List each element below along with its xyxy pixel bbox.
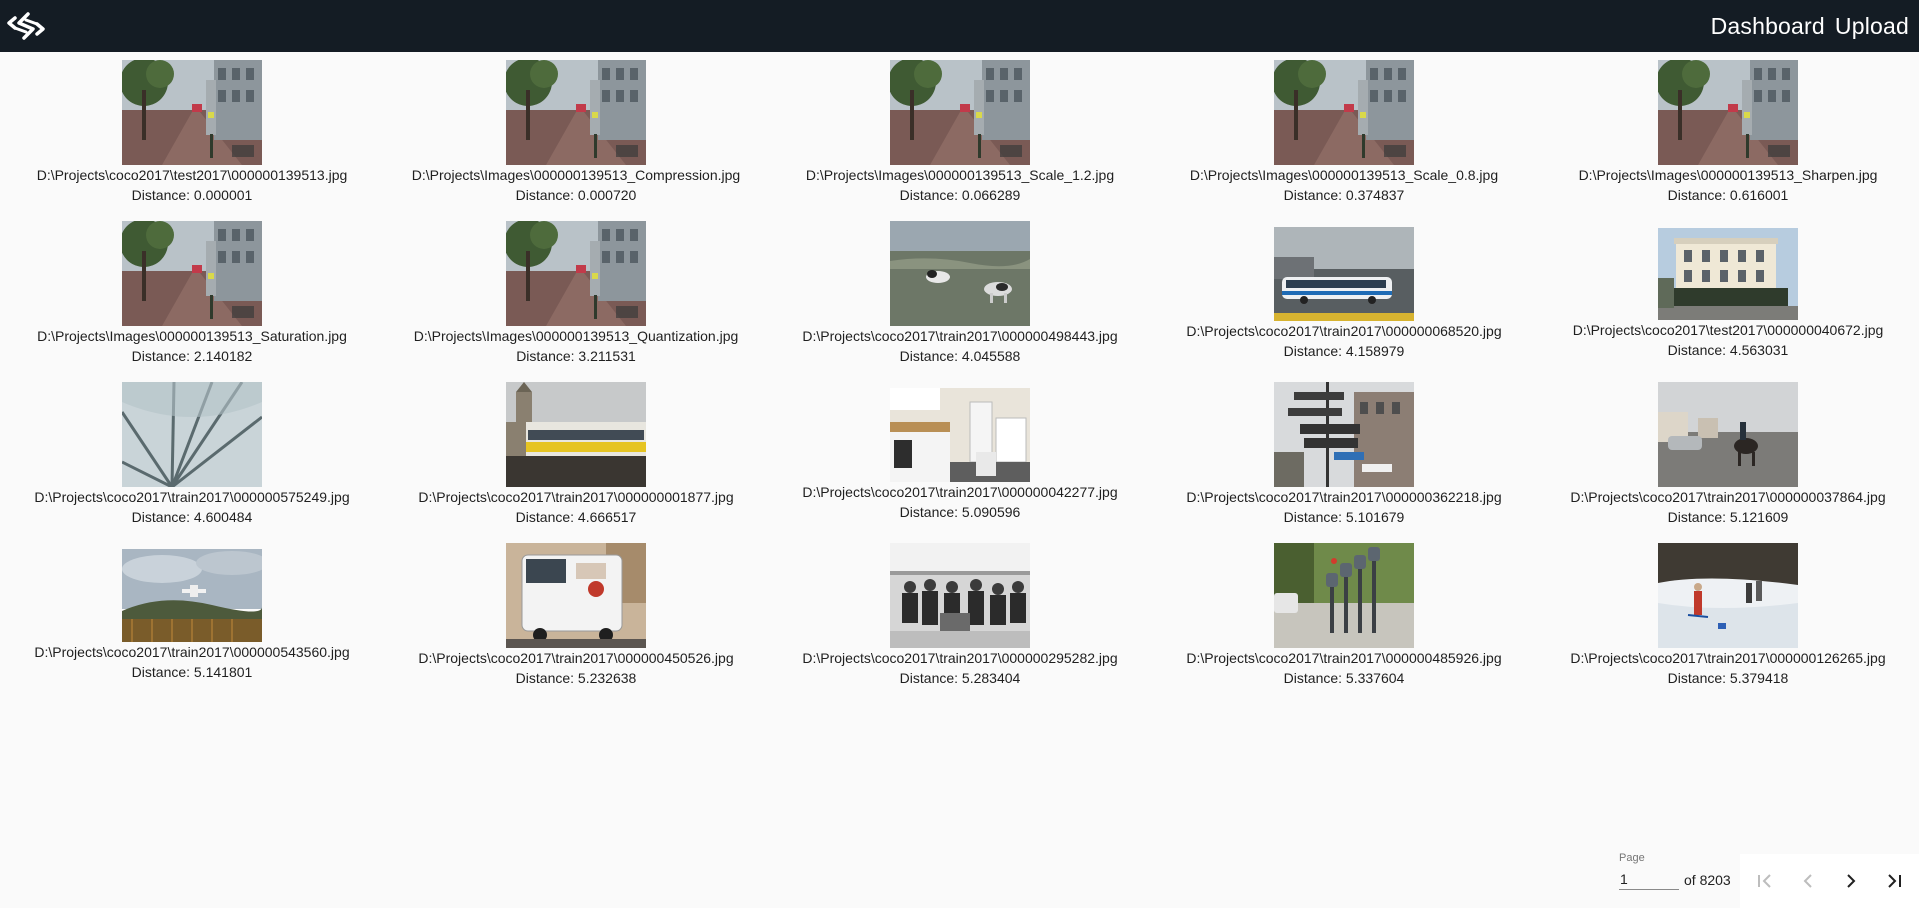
- next-page-button[interactable]: [1833, 863, 1869, 899]
- last-page-icon: [1887, 874, 1901, 888]
- result-path: D:\Projects\coco2017\train2017\000000126…: [1570, 650, 1886, 666]
- result-thumbnail[interactable]: [890, 387, 1030, 482]
- result-path: D:\Projects\coco2017\train2017\000000485…: [1186, 650, 1502, 666]
- top-app-bar: Dashboard Upload: [0, 0, 1919, 52]
- result-card: D:\Projects\Images\000000139513_Scale_0.…: [1152, 52, 1536, 213]
- first-page-icon: [1758, 874, 1772, 888]
- result-thumbnail[interactable]: [890, 60, 1030, 165]
- result-card: D:\Projects\coco2017\test2017\0000000406…: [1536, 213, 1919, 374]
- result-thumbnail[interactable]: [122, 549, 262, 642]
- result-path: D:\Projects\Images\000000139513_Compress…: [411, 167, 741, 183]
- result-distance: Distance: 3.211531: [516, 348, 636, 364]
- result-card: D:\Projects\Images\000000139513_Saturati…: [0, 213, 384, 374]
- result-distance: Distance: 0.616001: [1667, 187, 1789, 203]
- result-card: D:\Projects\coco2017\train2017\000000498…: [768, 213, 1152, 374]
- result-distance: Distance: 5.141801: [131, 664, 253, 680]
- result-distance: Distance: 5.121609: [1667, 509, 1789, 525]
- result-card: D:\Projects\coco2017\train2017\000000068…: [1152, 213, 1536, 374]
- result-path: D:\Projects\coco2017\train2017\000000042…: [802, 483, 1118, 500]
- result-distance: Distance: 4.045588: [899, 348, 1021, 364]
- result-thumbnail[interactable]: [122, 382, 262, 487]
- result-distance: Distance: 4.666517: [515, 509, 637, 525]
- result-distance: Distance: 0.066289: [899, 187, 1021, 203]
- result-distance: Distance: 4.158979: [1283, 342, 1405, 359]
- result-thumbnail[interactable]: [1274, 60, 1414, 165]
- next-page-icon: [1847, 874, 1856, 888]
- result-card: D:\Projects\coco2017\train2017\000000001…: [384, 374, 768, 535]
- result-distance: Distance: 5.101679: [1283, 509, 1405, 525]
- result-distance: Distance: 5.232638: [515, 670, 637, 686]
- result-path: D:\Projects\coco2017\train2017\000000295…: [802, 650, 1118, 666]
- result-path: D:\Projects\Images\000000139513_Quantiza…: [413, 328, 739, 344]
- result-path: D:\Projects\Images\000000139513_Sharpen.…: [1578, 167, 1878, 183]
- result-card: D:\Projects\coco2017\train2017\000000295…: [768, 535, 1152, 696]
- page-number-field: Page: [1619, 852, 1679, 892]
- result-path: D:\Projects\coco2017\train2017\000000498…: [802, 328, 1118, 344]
- result-card: D:\Projects\coco2017\test2017\0000001395…: [0, 52, 384, 213]
- result-thumbnail[interactable]: [890, 221, 1030, 326]
- result-thumbnail[interactable]: [506, 382, 646, 487]
- result-distance: Distance: 4.563031: [1667, 341, 1789, 358]
- paginator: Page of 8203: [1619, 852, 1919, 908]
- result-thumbnail[interactable]: [1274, 543, 1414, 648]
- result-path: D:\Projects\Images\000000139513_Scale_1.…: [805, 167, 1115, 183]
- result-card: D:\Projects\coco2017\train2017\000000037…: [1536, 374, 1919, 535]
- result-path: D:\Projects\coco2017\train2017\000000001…: [418, 489, 734, 505]
- last-page-button[interactable]: [1876, 863, 1912, 899]
- result-distance: Distance: 2.140182: [131, 348, 253, 364]
- result-distance: Distance: 0.000720: [515, 187, 637, 203]
- result-path: D:\Projects\coco2017\train2017\000000037…: [1570, 489, 1886, 505]
- result-card: D:\Projects\coco2017\train2017\000000362…: [1152, 374, 1536, 535]
- result-thumbnail[interactable]: [1658, 227, 1798, 320]
- result-thumbnail[interactable]: [122, 221, 262, 326]
- result-path: D:\Projects\coco2017\train2017\000000068…: [1186, 322, 1502, 339]
- result-thumbnail[interactable]: [1274, 226, 1414, 321]
- result-thumbnail[interactable]: [506, 543, 646, 648]
- result-distance: Distance: 4.600484: [131, 509, 253, 525]
- nav-upload-link[interactable]: Upload: [1835, 13, 1909, 40]
- result-distance: Distance: 0.000001: [131, 187, 253, 203]
- result-thumbnail[interactable]: [506, 60, 646, 165]
- nav-dashboard-link[interactable]: Dashboard: [1711, 13, 1825, 40]
- result-thumbnail[interactable]: [506, 221, 646, 326]
- result-thumbnail[interactable]: [890, 543, 1030, 648]
- first-page-button[interactable]: [1747, 863, 1783, 899]
- previous-page-icon: [1803, 874, 1812, 888]
- result-path: D:\Projects\coco2017\train2017\000000575…: [34, 489, 350, 505]
- result-path: D:\Projects\coco2017\train2017\000000450…: [418, 650, 734, 666]
- page-label: Page: [1619, 852, 1645, 864]
- result-card: D:\Projects\Images\000000139513_Compress…: [384, 52, 768, 213]
- result-distance: Distance: 5.337604: [1283, 670, 1405, 686]
- page-total: of 8203: [1684, 872, 1731, 888]
- result-distance: Distance: 0.374837: [1283, 187, 1405, 203]
- result-card: D:\Projects\coco2017\train2017\000000485…: [1152, 535, 1536, 696]
- result-path: D:\Projects\coco2017\test2017\0000001395…: [36, 167, 348, 183]
- result-path: D:\Projects\coco2017\train2017\000000543…: [34, 644, 350, 660]
- result-distance: Distance: 5.090596: [899, 503, 1021, 520]
- result-path: D:\Projects\Images\000000139513_Scale_0.…: [1189, 167, 1499, 183]
- top-nav: Dashboard Upload: [1711, 13, 1909, 40]
- result-card: D:\Projects\Images\000000139513_Sharpen.…: [1536, 52, 1919, 213]
- page-number-input[interactable]: [1619, 868, 1679, 890]
- result-thumbnail[interactable]: [1658, 382, 1798, 487]
- result-card: D:\Projects\coco2017\train2017\000000042…: [768, 374, 1152, 535]
- result-card: D:\Projects\coco2017\train2017\000000543…: [0, 535, 384, 696]
- result-card: D:\Projects\Images\000000139513_Quantiza…: [384, 213, 768, 374]
- app-logo-icon[interactable]: [4, 4, 48, 48]
- result-distance: Distance: 5.379418: [1667, 670, 1789, 686]
- previous-page-button[interactable]: [1790, 863, 1826, 899]
- result-distance: Distance: 5.283404: [899, 670, 1021, 686]
- result-thumbnail[interactable]: [122, 60, 262, 165]
- result-thumbnail[interactable]: [1658, 543, 1798, 648]
- result-thumbnail[interactable]: [1274, 382, 1414, 487]
- result-path: D:\Projects\Images\000000139513_Saturati…: [37, 328, 347, 344]
- result-path: D:\Projects\coco2017\train2017\000000362…: [1186, 489, 1502, 505]
- result-thumbnail[interactable]: [1658, 60, 1798, 165]
- result-path: D:\Projects\coco2017\test2017\0000000406…: [1572, 321, 1884, 338]
- result-card: D:\Projects\coco2017\train2017\000000450…: [384, 535, 768, 696]
- result-card: D:\Projects\coco2017\train2017\000000575…: [0, 374, 384, 535]
- result-card: D:\Projects\Images\000000139513_Scale_1.…: [768, 52, 1152, 213]
- result-card: D:\Projects\coco2017\train2017\000000126…: [1536, 535, 1919, 696]
- page-nav-buttons: [1740, 854, 1919, 908]
